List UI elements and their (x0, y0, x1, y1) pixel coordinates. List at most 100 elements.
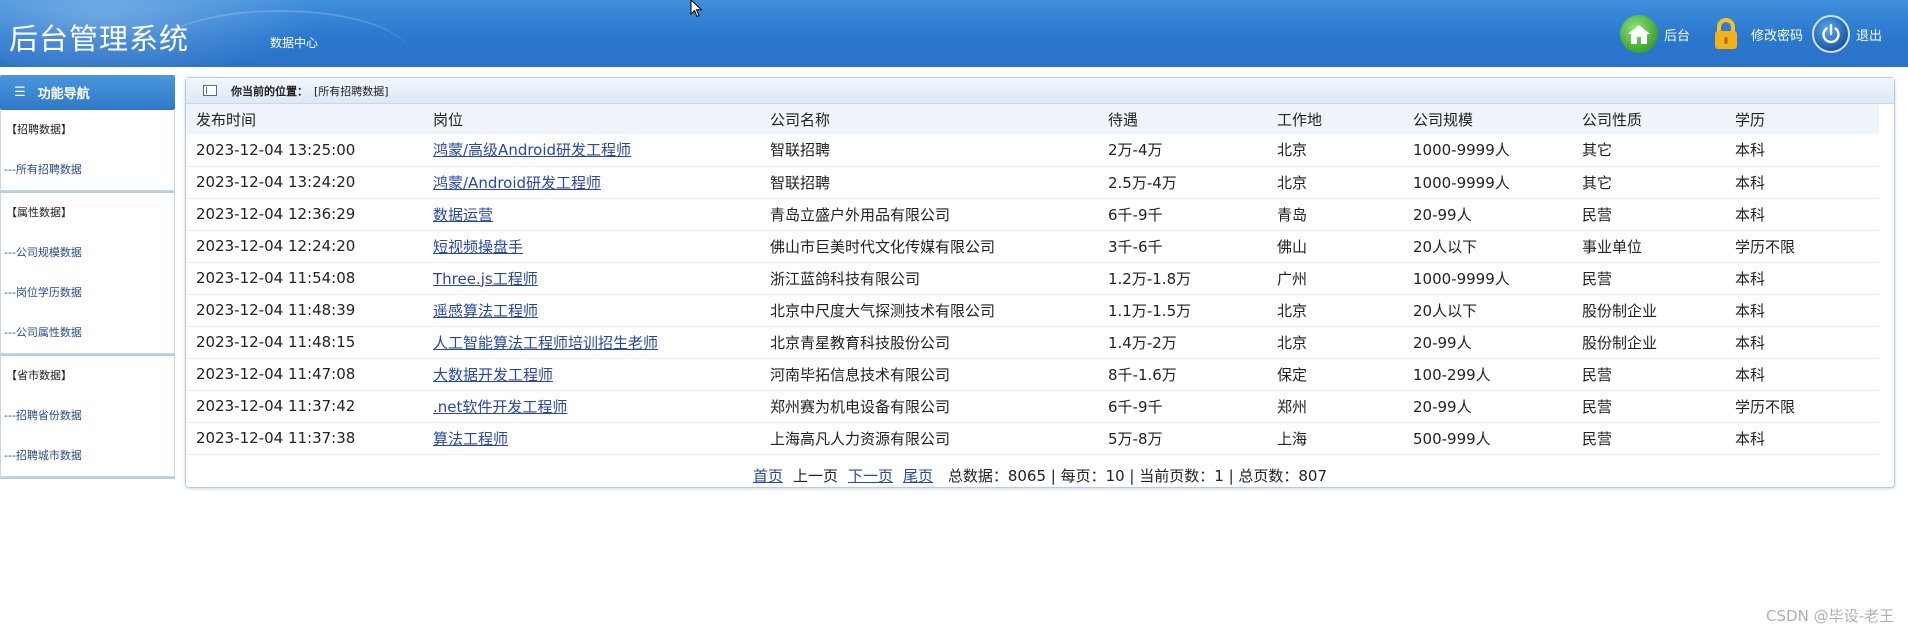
table-cell: 20人以下 (1403, 294, 1572, 327)
job-title-link[interactable]: 短视频操盘手 (433, 238, 523, 256)
job-title-link[interactable]: .net软件开发工程师 (433, 398, 567, 416)
job-title-link[interactable]: Three.js工程师 (433, 270, 538, 288)
home-button[interactable]: 后台 (1620, 14, 1690, 54)
column-header: 学历 (1725, 104, 1879, 134)
column-header: 公司规模 (1403, 104, 1572, 134)
first-page-link[interactable]: 首页 (753, 467, 783, 485)
data-center-link[interactable]: 数据中心 (270, 34, 318, 51)
job-title-link[interactable]: 人工智能算法工程师培训招生老师 (433, 334, 658, 352)
table-cell: 1000-9999人 (1403, 166, 1572, 199)
table-cell: 鸿蒙/高级Android研发工程师 (423, 134, 760, 167)
table-cell: 股份制企业 (1572, 326, 1725, 359)
sidebar-item-all-jobs[interactable]: ---所有招聘数据 (1, 150, 174, 190)
table-header-row: 发布时间 岗位 公司名称 待遇 工作地 公司规模 公司性质 学历 (186, 104, 1879, 134)
job-title-link[interactable]: 鸿蒙/高级Android研发工程师 (433, 141, 631, 159)
nav-group-title: 【招聘数据】 (6, 123, 72, 136)
window-icon (203, 85, 217, 96)
table-row: 2023-12-04 11:47:08 大数据开发工程师 河南毕拓信息技术有限公司 8… (186, 358, 1879, 391)
table-cell: 智联招聘 (760, 166, 1098, 199)
table-cell: 本科 (1725, 198, 1879, 231)
table-cell: 2023-12-04 13:24:20 (186, 166, 423, 199)
table-row: 2023-12-04 11:48:39 遥感算法工程师 北京中尺度大气探测技术有限公… (186, 294, 1879, 327)
table-cell: 1.2万-1.8万 (1098, 262, 1267, 295)
table-row: 2023-12-04 13:25:00 鸿蒙/高级Android研发工程师 智联招聘… (186, 134, 1879, 167)
divider (0, 477, 175, 479)
nav-title: 功能导航 (37, 87, 90, 102)
table-cell: 2023-12-04 11:48:15 (186, 326, 423, 359)
nav-group-title: 【省市数据】 (6, 369, 72, 382)
app-title: 后台管理系统 (9, 22, 190, 56)
nav-group-attributes: 【属性数据】 ---公司规模数据 ---岗位学历数据 ---公司属性数据 (0, 193, 175, 354)
table-cell: 2023-12-04 13:25:00 (186, 134, 423, 167)
last-page-link[interactable]: 尾页 (903, 467, 933, 485)
column-header: 发布时间 (186, 104, 423, 134)
table-row: 2023-12-04 11:37:42 .net软件开发工程师 郑州赛为机电设备有限… (186, 390, 1879, 423)
table-row: 2023-12-04 12:36:29 数据运营 青岛立盛户外用品有限公司 6千-9千… (186, 198, 1879, 231)
next-page-link[interactable]: 下一页 (848, 467, 893, 485)
table-cell: 短视频操盘手 (423, 230, 760, 263)
job-title-link[interactable]: 鸿蒙/Android研发工程师 (433, 174, 601, 192)
table-cell: 股份制企业 (1572, 294, 1725, 327)
breadcrumb: 你当前的位置： [所有招聘数据] (186, 78, 1894, 104)
table-row: 2023-12-04 13:24:20 鸿蒙/Android研发工程师 智联招聘 2.… (186, 166, 1879, 199)
table-cell: 2023-12-04 11:47:08 (186, 358, 423, 391)
table-cell: 大数据开发工程师 (423, 358, 760, 391)
job-title-link[interactable]: 遥感算法工程师 (433, 302, 538, 320)
job-title-link[interactable]: 数据运营 (433, 206, 493, 224)
logout-button[interactable]: 退出 (1812, 14, 1882, 54)
column-header: 工作地 (1267, 104, 1403, 134)
sidebar-item-education[interactable]: ---岗位学历数据 (1, 273, 174, 313)
power-icon (1812, 15, 1850, 53)
table-cell: 2023-12-04 11:37:38 (186, 422, 423, 455)
logout-label: 退出 (1856, 28, 1883, 44)
table-cell: 上海 (1267, 422, 1403, 455)
breadcrumb-value: [所有招聘数据] (314, 84, 389, 98)
table-cell: 遥感算法工程师 (423, 294, 760, 327)
table-cell: 5万-8万 (1098, 422, 1267, 455)
table-cell: 2万-4万 (1098, 134, 1267, 167)
nav-group-recruit: 【招聘数据】 ---所有招聘数据 (0, 110, 175, 191)
table-cell: 2.5万-4万 (1098, 166, 1267, 199)
table-cell: 其它 (1572, 134, 1725, 167)
table-cell: 1000-9999人 (1403, 262, 1572, 295)
table-cell: 北京 (1267, 166, 1403, 199)
table-cell: 广州 (1267, 262, 1403, 295)
table-cell: 学历不限 (1725, 230, 1879, 263)
table-cell: 本科 (1725, 166, 1879, 199)
table-cell: 智联招聘 (760, 134, 1098, 167)
table-cell: 北京 (1267, 294, 1403, 327)
table-cell: 1.4万-2万 (1098, 326, 1267, 359)
job-title-link[interactable]: 算法工程师 (433, 430, 508, 448)
watermark: CSDN @毕设-老王 (1766, 607, 1894, 625)
prev-page-link[interactable]: 上一页 (793, 467, 838, 485)
column-header: 公司名称 (760, 104, 1098, 134)
table-cell: 20-99人 (1403, 390, 1572, 423)
table-cell: 民营 (1572, 262, 1725, 295)
job-title-link[interactable]: 大数据开发工程师 (433, 366, 553, 384)
sidebar-item-province[interactable]: ---招聘省份数据 (1, 396, 174, 436)
table-cell: 上海高凡人力资源有限公司 (760, 422, 1098, 455)
sidebar-item-company-type[interactable]: ---公司属性数据 (1, 313, 174, 353)
table-cell: .net软件开发工程师 (423, 390, 760, 423)
sidebar: ☰ 功能导航 【招聘数据】 ---所有招聘数据 【属性数据】 ---公司规模数据… (0, 75, 175, 479)
home-label: 后台 (1664, 28, 1691, 44)
table-cell: 人工智能算法工程师培训招生老师 (423, 326, 760, 359)
table-cell: 100-299人 (1403, 358, 1572, 391)
table-cell: 郑州 (1267, 390, 1403, 423)
table-cell: 青岛立盛户外用品有限公司 (760, 198, 1098, 231)
column-header: 岗位 (423, 104, 760, 134)
sidebar-item-city[interactable]: ---招聘城市数据 (1, 436, 174, 476)
table-cell: 佛山市巨美时代文化传媒有限公司 (760, 230, 1098, 263)
table-cell: 3千-6千 (1098, 230, 1267, 263)
table-cell: 本科 (1725, 358, 1879, 391)
table-row: 2023-12-04 11:48:15 人工智能算法工程师培训招生老师 北京青星教育… (186, 326, 1879, 359)
table-cell: 本科 (1725, 422, 1879, 455)
table-cell: 民营 (1572, 422, 1725, 455)
table-row: 2023-12-04 12:24:20 短视频操盘手 佛山市巨美时代文化传媒有限公司… (186, 230, 1879, 263)
list-icon: ☰ (14, 85, 26, 100)
change-password-button[interactable]: 修改密码 (1707, 14, 1803, 54)
top-header: 后台管理系统 数据中心 后台 修改密码 退出 (0, 0, 1908, 67)
table-cell: 郑州赛为机电设备有限公司 (760, 390, 1098, 423)
sidebar-item-company-size[interactable]: ---公司规模数据 (1, 233, 174, 273)
table-cell: 2023-12-04 12:36:29 (186, 198, 423, 231)
